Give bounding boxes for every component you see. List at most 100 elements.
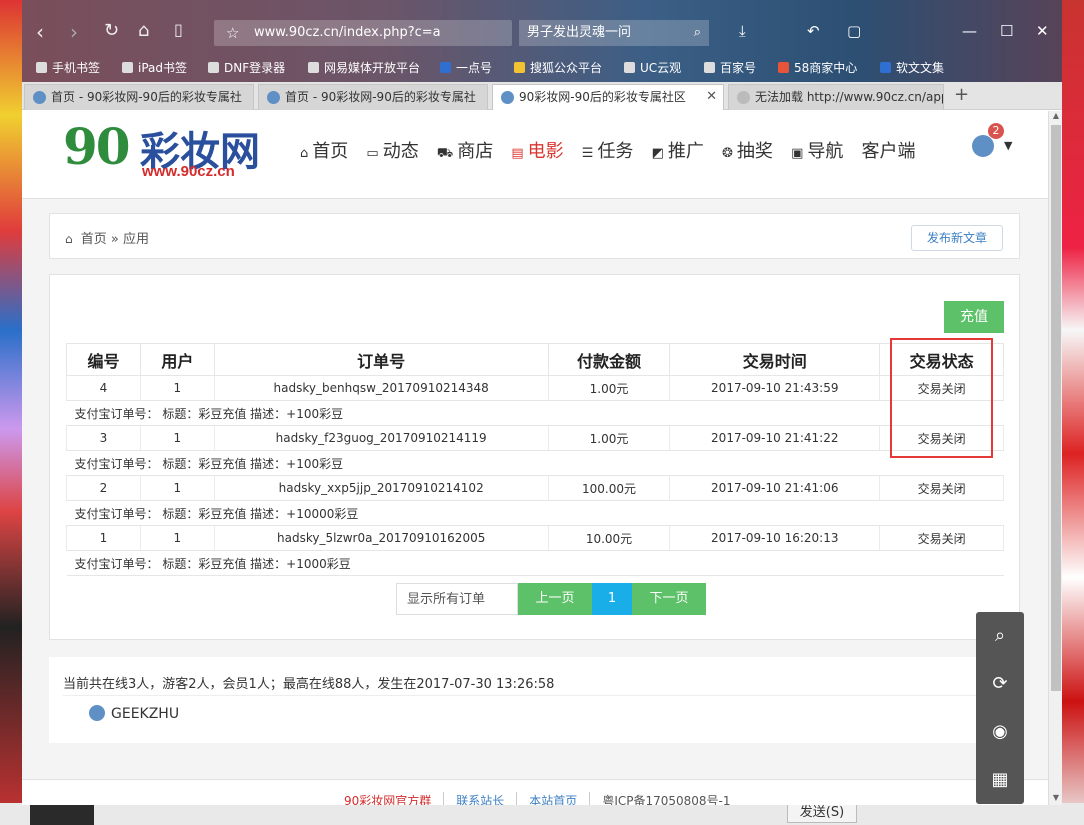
bookmark-item[interactable]: 网易媒体开放平台 xyxy=(308,59,420,76)
search-icon[interactable]: ⌕ xyxy=(694,20,701,46)
breadcrumb-current: 应用 xyxy=(123,232,150,247)
scroll-thumb[interactable] xyxy=(1051,125,1061,691)
qq-icon[interactable]: ◉ xyxy=(976,708,1024,756)
footer-link-home[interactable]: 本站首页 xyxy=(517,792,591,805)
new-article-button[interactable]: 发布新文章 xyxy=(911,225,1003,251)
refresh-icon[interactable]: ↻ xyxy=(104,20,119,41)
clipboard-icon[interactable]: ▢ xyxy=(847,22,861,40)
table-row: 1 1 hadsky_5lzwr0a_20170910162005 10.00元… xyxy=(66,525,1004,551)
nav-tasks[interactable]: ☰ 任务 xyxy=(582,137,634,163)
nav-home[interactable]: ⌂ 首页 xyxy=(300,137,348,163)
bookmarks-bar: 手机书签 iPad书签 DNF登录器 网易媒体开放平台 一点号 搜狐公众平台 U… xyxy=(22,55,1062,79)
footer-link-group[interactable]: 90彩妆网官方群 xyxy=(332,792,445,805)
forward-icon[interactable]: › xyxy=(70,20,78,44)
star-icon[interactable]: ☆ xyxy=(226,20,239,46)
nav-feed[interactable]: ▭ 动态 xyxy=(366,137,418,163)
next-page-button[interactable]: 下一页 xyxy=(632,583,706,615)
gear-icon: ❂ xyxy=(722,146,733,161)
site-favicon-icon xyxy=(33,91,46,104)
col-user: 用户 xyxy=(139,343,215,376)
status-text: 交易关闭 xyxy=(879,525,1004,551)
browser-window: ‹ › ↻ ⌂ ▯ ☆ www.90cz.cn/index.php?c=a 男子… xyxy=(22,0,1062,805)
tab-error[interactable]: 无法加载 http://www.90cz.cn/app xyxy=(728,84,944,110)
online-summary: 当前共在线3人，游客2人，会员1人；最高在线88人，发生在2017-07-30 … xyxy=(63,677,555,692)
desktop-bottom-strip: 发送(S) xyxy=(0,803,1084,825)
globe-icon xyxy=(308,62,319,73)
nav-client[interactable]: 客户端 xyxy=(862,137,916,163)
online-stats: 当前共在线3人，游客2人，会员1人；最高在线88人，发生在2017-07-30 … xyxy=(49,657,1020,743)
globe-icon xyxy=(624,62,635,73)
table-row: 3 1 hadsky_f23guog_20170910214119 1.00元 … xyxy=(66,425,1004,451)
prev-page-button[interactable]: 上一页 xyxy=(518,583,592,615)
page-viewport: 90 彩妆网 www.90cz.cn ⌂ 首页 ▭ 动态 ⛟ 商店 ▤ 电影 ☰ 任务 ◩… xyxy=(22,111,1048,805)
bookmark-icon xyxy=(122,62,133,73)
scroll-down-icon[interactable]: ▼ xyxy=(1049,793,1062,805)
online-member[interactable]: GEEKZHU xyxy=(89,705,179,722)
send-button[interactable]: 发送(S) xyxy=(787,803,857,823)
nav-movie[interactable]: ▤ 电影 xyxy=(511,137,563,163)
search-icon[interactable]: ⌕ xyxy=(976,612,1024,660)
current-page-button[interactable]: 1 xyxy=(592,583,632,615)
address-bar[interactable]: ☆ www.90cz.cn/index.php?c=a xyxy=(214,20,512,46)
refresh-icon[interactable]: ⟳ xyxy=(976,660,1024,708)
download-icon[interactable]: ⤓ xyxy=(739,22,746,40)
bookmark-item[interactable]: 软文文集 xyxy=(880,59,944,76)
tab-home-1[interactable]: 首页 - 90彩妆网-90后的彩妆专属社 xyxy=(24,84,254,110)
share-icon: ◩ xyxy=(651,146,664,161)
orders-panel: 充值 编号 用户 订单号 付款金额 交易时间 交易状态 4 1 hadsky_b… xyxy=(49,274,1020,640)
reader-icon[interactable]: ▯ xyxy=(174,20,183,39)
bookmark-item[interactable]: iPad书签 xyxy=(122,59,187,76)
nav-guide[interactable]: ▣ 导航 xyxy=(791,137,843,163)
bookmark-item[interactable]: 手机书签 xyxy=(36,59,100,76)
breadcrumb-sep: » xyxy=(110,232,119,247)
recharge-button[interactable]: 充值 xyxy=(944,301,1004,333)
desktop-right-strip xyxy=(1062,0,1084,825)
logo-number[interactable]: 90 xyxy=(63,117,131,176)
orders-table: 编号 用户 订单号 付款金额 交易时间 交易状态 4 1 hadsky_benh… xyxy=(66,343,1004,576)
main-nav: ⌂ 首页 ▭ 动态 ⛟ 商店 ▤ 电影 ☰ 任务 ◩ 推广 ❂ 抽奖 ▣ 导航 客户端 xyxy=(300,137,930,163)
close-icon[interactable]: ✕ xyxy=(1036,22,1049,40)
table-row: 2 1 hadsky_xxp5jjp_20170910214102 100.00… xyxy=(66,475,1004,501)
browser-toolbar: ‹ › ↻ ⌂ ▯ ☆ www.90cz.cn/index.php?c=a 男子… xyxy=(22,0,1062,82)
scroll-up-icon[interactable]: ▲ xyxy=(1049,111,1062,123)
tab-active[interactable]: 90彩妆网-90后的彩妆专属社区 ✕ xyxy=(492,84,724,110)
bookmark-icon xyxy=(36,62,47,73)
footer-icp: 粤ICP备17050808号-1 xyxy=(602,794,731,805)
qrcode-icon[interactable]: ▦ xyxy=(976,756,1024,804)
footer-link-contact[interactable]: 联系站长 xyxy=(444,792,518,805)
caret-down-icon[interactable]: ▼ xyxy=(1004,139,1012,152)
user-avatar[interactable] xyxy=(972,135,994,157)
member-avatar xyxy=(89,705,105,721)
nav-shop[interactable]: ⛟ 商店 xyxy=(437,137,493,163)
bookmark-item[interactable]: 搜狐公众平台 xyxy=(514,59,602,76)
breadcrumb-home[interactable]: 首页 xyxy=(81,232,107,247)
globe-icon xyxy=(737,91,750,104)
nav-promote[interactable]: ◩ 推广 xyxy=(652,137,704,163)
yidian-icon xyxy=(440,62,451,73)
undo-icon[interactable]: ↶ xyxy=(807,22,820,40)
breadcrumb: ⌂ 首页 » 应用 xyxy=(65,228,149,247)
maximize-icon[interactable]: ☐ xyxy=(1000,22,1013,40)
new-tab-icon[interactable]: + xyxy=(954,84,969,105)
tab-home-2[interactable]: 首页 - 90彩妆网-90后的彩妆专属社 xyxy=(258,84,488,110)
globe-icon xyxy=(208,62,219,73)
home-icon: ⌂ xyxy=(65,232,73,246)
minimize-icon[interactable]: — xyxy=(962,22,977,40)
back-icon[interactable]: ‹ xyxy=(36,20,44,44)
site-favicon-icon xyxy=(501,91,514,104)
bookmark-item[interactable]: DNF登录器 xyxy=(208,59,285,76)
home-icon[interactable]: ⌂ xyxy=(138,20,149,41)
show-all-orders-button[interactable]: 显示所有订单 xyxy=(396,583,518,615)
bookmark-item[interactable]: 一点号 xyxy=(440,59,492,76)
bookmark-item[interactable]: UC云观 xyxy=(624,59,681,76)
nav-lottery[interactable]: ❂ 抽奖 xyxy=(722,137,773,163)
list-icon: ☰ xyxy=(581,146,594,161)
58-icon xyxy=(778,62,789,73)
search-box[interactable]: 男子发出灵魂一问 ⌕ xyxy=(519,20,709,46)
bookmark-item[interactable]: 百家号 xyxy=(704,59,756,76)
bookmark-item[interactable]: 58商家中心 xyxy=(778,59,857,76)
tab-close-icon[interactable]: ✕ xyxy=(706,85,717,109)
col-id: 编号 xyxy=(66,343,141,376)
table-detail-row: 支付宝订单号： 标题：彩豆充值 描述：+100彩豆 xyxy=(66,400,1004,426)
scrollbar[interactable]: ▲ ▼ xyxy=(1048,111,1062,805)
